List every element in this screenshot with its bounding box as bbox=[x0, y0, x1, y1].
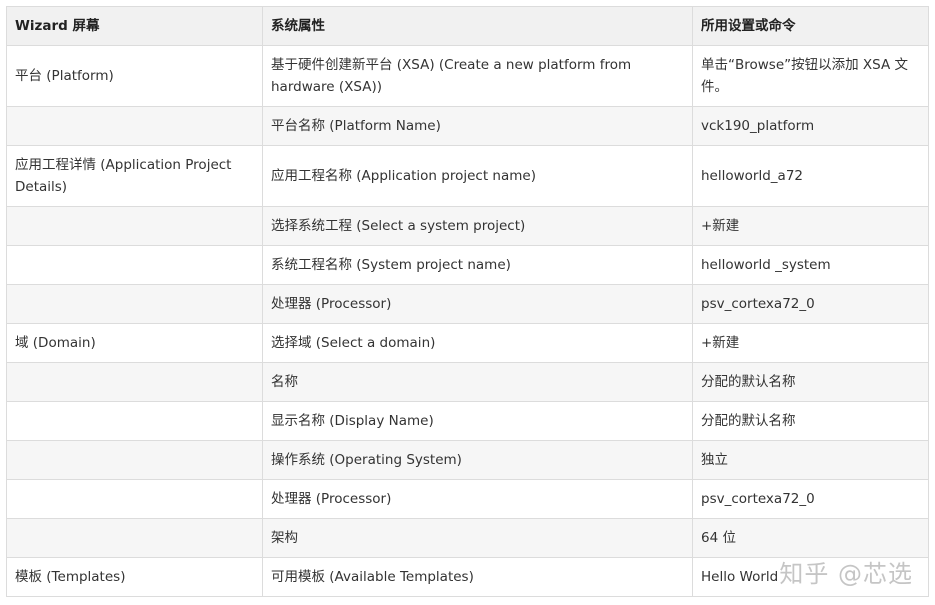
cell-wizard-screen: 模板 (Templates) bbox=[6, 557, 263, 597]
cell-wizard-screen bbox=[6, 245, 263, 285]
cell-system-property: 显示名称 (Display Name) bbox=[262, 401, 693, 441]
header-system-property: 系统属性 bbox=[262, 6, 693, 46]
header-setting-or-command: 所用设置或命令 bbox=[692, 6, 929, 46]
cell-system-property: 基于硬件创建新平台 (XSA) (Create a new platform f… bbox=[262, 45, 693, 107]
cell-system-property: 选择系统工程 (Select a system project) bbox=[262, 206, 693, 246]
cell-setting: 分配的默认名称 bbox=[692, 362, 929, 402]
table-row: 平台名称 (Platform Name) vck190_platform bbox=[6, 106, 929, 146]
cell-system-property: 架构 bbox=[262, 518, 693, 558]
cell-system-property: 选择域 (Select a domain) bbox=[262, 323, 693, 363]
cell-setting: helloworld _system bbox=[692, 245, 929, 285]
cell-setting: 独立 bbox=[692, 440, 929, 480]
table-row: 应用工程详情 (Application Project Details) 应用工… bbox=[6, 145, 929, 207]
table-row: 系统工程名称 (System project name) helloworld … bbox=[6, 245, 929, 285]
cell-wizard-screen bbox=[6, 440, 263, 480]
table-row: 处理器 (Processor) psv_cortexa72_0 bbox=[6, 284, 929, 324]
table-row: 操作系统 (Operating System) 独立 bbox=[6, 440, 929, 480]
cell-wizard-screen bbox=[6, 401, 263, 441]
cell-wizard-screen bbox=[6, 106, 263, 146]
cell-setting: +新建 bbox=[692, 206, 929, 246]
cell-setting: 分配的默认名称 bbox=[692, 401, 929, 441]
cell-wizard-screen bbox=[6, 518, 263, 558]
cell-system-property: 处理器 (Processor) bbox=[262, 284, 693, 324]
table-row: 名称 分配的默认名称 bbox=[6, 362, 929, 402]
cell-wizard-screen bbox=[6, 362, 263, 402]
cell-system-property: 名称 bbox=[262, 362, 693, 402]
cell-system-property: 可用模板 (Available Templates) bbox=[262, 557, 693, 597]
table-row: 处理器 (Processor) psv_cortexa72_0 bbox=[6, 479, 929, 519]
table-row: 架构 64 位 bbox=[6, 518, 929, 558]
settings-table: Wizard 屏幕 系统属性 所用设置或命令 平台 (Platform) 基于硬… bbox=[6, 6, 929, 597]
cell-setting: psv_cortexa72_0 bbox=[692, 284, 929, 324]
cell-system-property: 系统工程名称 (System project name) bbox=[262, 245, 693, 285]
cell-setting: psv_cortexa72_0 bbox=[692, 479, 929, 519]
table-header-row: Wizard 屏幕 系统属性 所用设置或命令 bbox=[6, 6, 929, 46]
cell-wizard-screen bbox=[6, 284, 263, 324]
table-row: 显示名称 (Display Name) 分配的默认名称 bbox=[6, 401, 929, 441]
cell-setting: helloworld_a72 bbox=[692, 145, 929, 207]
table-row: 平台 (Platform) 基于硬件创建新平台 (XSA) (Create a … bbox=[6, 45, 929, 107]
table-row: 选择系统工程 (Select a system project) +新建 bbox=[6, 206, 929, 246]
table-row: 域 (Domain) 选择域 (Select a domain) +新建 bbox=[6, 323, 929, 363]
cell-wizard-screen: 平台 (Platform) bbox=[6, 45, 263, 107]
cell-wizard-screen: 域 (Domain) bbox=[6, 323, 263, 363]
header-wizard-screen: Wizard 屏幕 bbox=[6, 6, 263, 46]
cell-system-property: 平台名称 (Platform Name) bbox=[262, 106, 693, 146]
watermark: 知乎 @芯选 bbox=[779, 560, 913, 588]
cell-wizard-screen: 应用工程详情 (Application Project Details) bbox=[6, 145, 263, 207]
cell-wizard-screen bbox=[6, 479, 263, 519]
cell-setting: 单击“Browse”按钮以添加 XSA 文件。 bbox=[692, 45, 929, 107]
cell-wizard-screen bbox=[6, 206, 263, 246]
cell-setting: 64 位 bbox=[692, 518, 929, 558]
cell-system-property: 应用工程名称 (Application project name) bbox=[262, 145, 693, 207]
cell-system-property: 处理器 (Processor) bbox=[262, 479, 693, 519]
cell-setting: vck190_platform bbox=[692, 106, 929, 146]
cell-system-property: 操作系统 (Operating System) bbox=[262, 440, 693, 480]
cell-setting: +新建 bbox=[692, 323, 929, 363]
